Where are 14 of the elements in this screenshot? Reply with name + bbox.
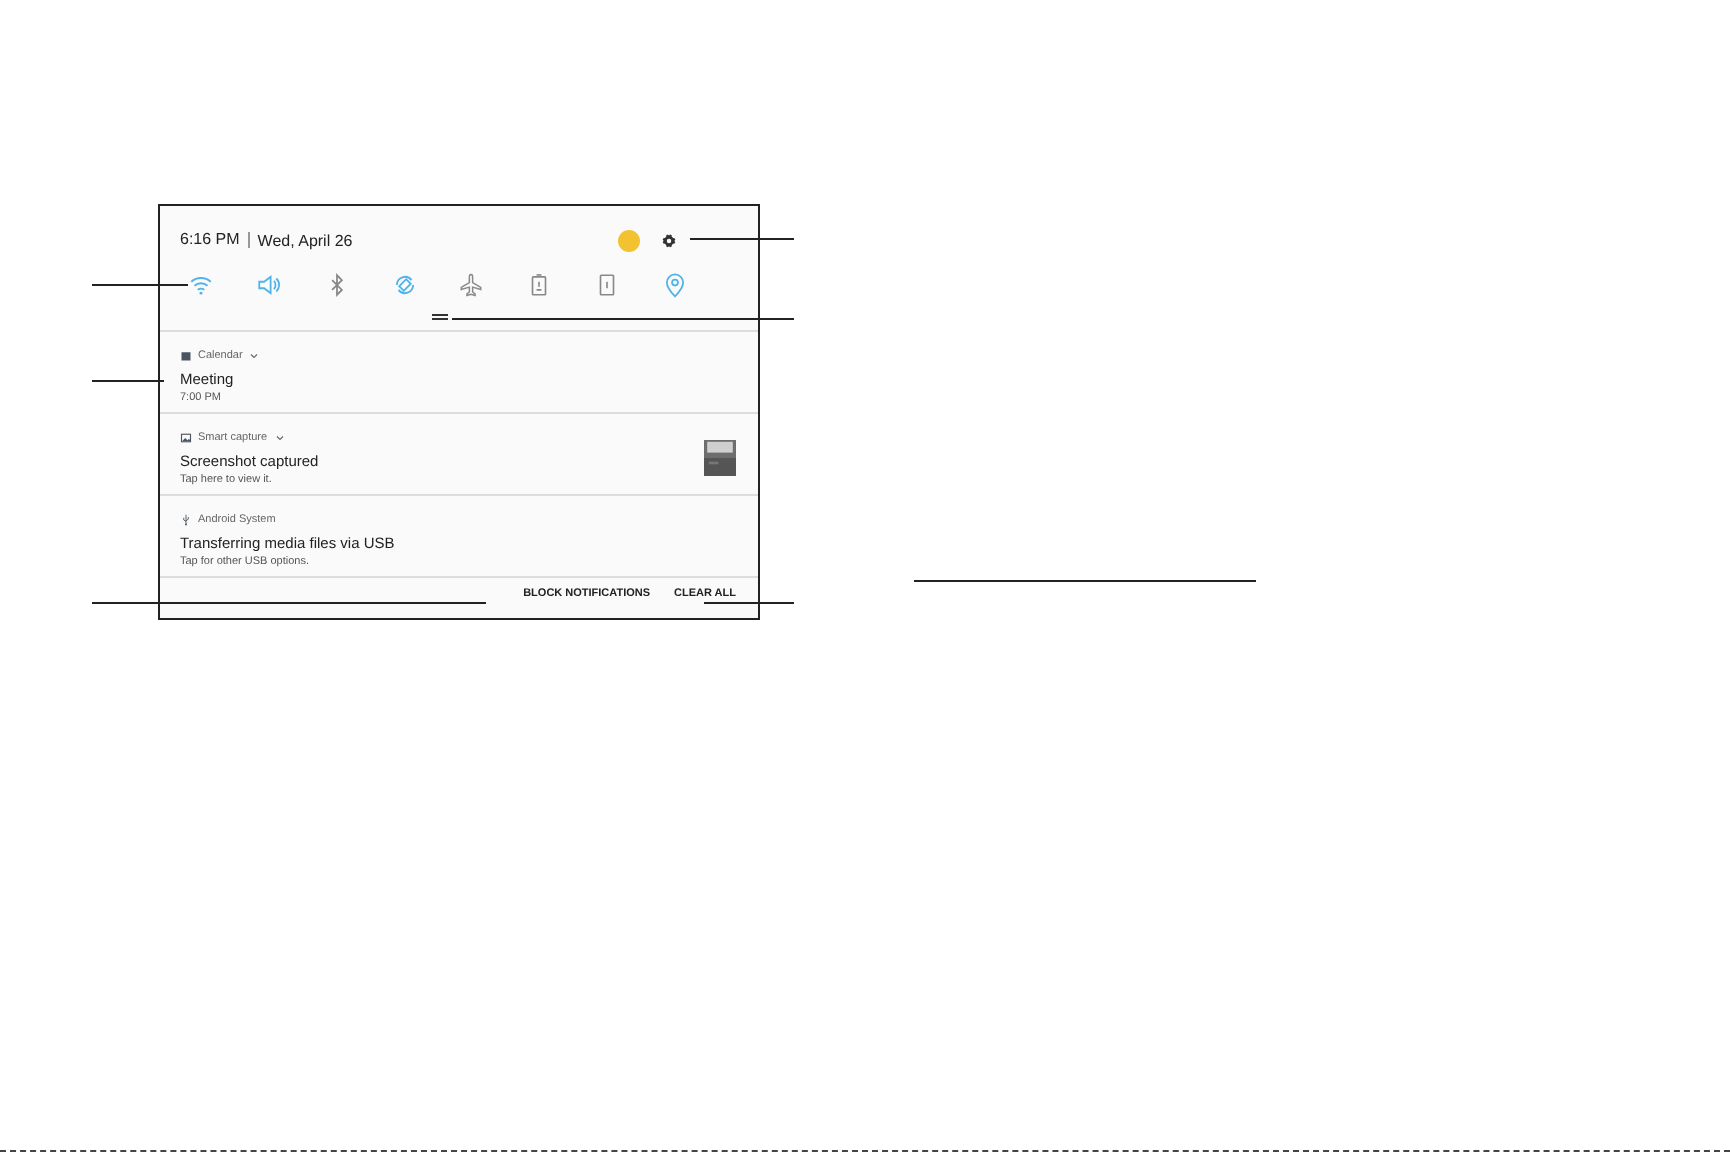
rotate-icon[interactable] bbox=[391, 272, 418, 298]
drag-handle[interactable] bbox=[431, 314, 447, 320]
clock-time: 6:16 PM bbox=[180, 232, 250, 248]
location-pin-icon[interactable] bbox=[661, 272, 688, 298]
chevron-down-icon[interactable] bbox=[273, 431, 286, 443]
usb-icon bbox=[180, 513, 192, 525]
settings-icon[interactable] bbox=[660, 231, 678, 249]
airplane-icon[interactable] bbox=[458, 272, 485, 298]
speaker-icon[interactable] bbox=[255, 272, 282, 298]
status-date: Wed, April 26 bbox=[255, 231, 353, 249]
image-icon bbox=[180, 431, 192, 443]
calendar-icon bbox=[180, 349, 192, 361]
chevron-down-icon[interactable] bbox=[248, 349, 261, 361]
wifi-icon[interactable] bbox=[188, 272, 214, 298]
